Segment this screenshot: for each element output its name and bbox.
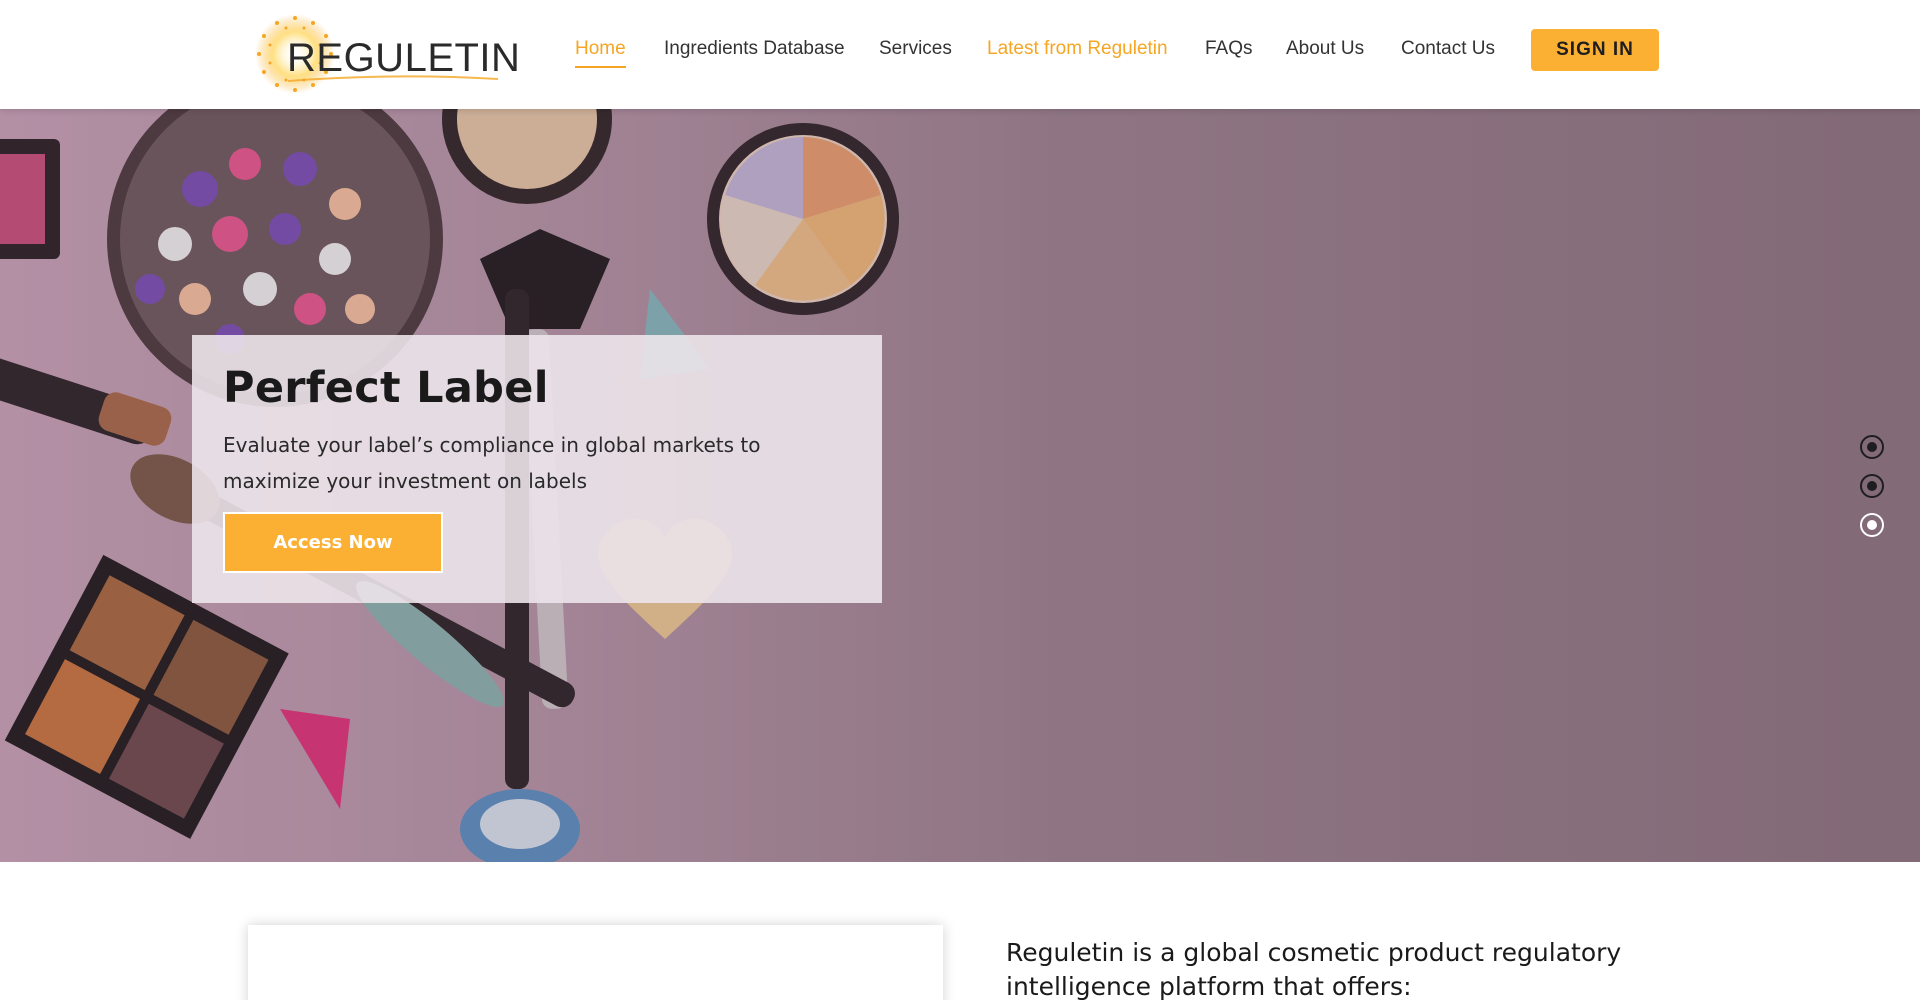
hero-slider: Perfect Label Evaluate your label’s comp…	[0, 109, 1920, 862]
carousel-dot-3[interactable]	[1860, 513, 1884, 537]
nav-ingredients-database[interactable]: Ingredients Database	[664, 38, 845, 60]
access-now-button[interactable]: Access Now	[223, 512, 443, 573]
intro-text: Reguletin is a global cosmetic product r…	[1006, 938, 1622, 1000]
carousel-dot-2[interactable]	[1860, 474, 1884, 498]
nav-latest-from-reguletin[interactable]: Latest from Reguletin	[987, 38, 1168, 60]
sign-in-button[interactable]: SIGN IN	[1531, 29, 1659, 71]
carousel-dots	[1860, 435, 1884, 552]
nav-contact-us[interactable]: Contact Us	[1401, 38, 1495, 60]
site-header: REGULETIN Home Ingredients Database Serv…	[0, 0, 1920, 109]
hero-title: Perfect Label	[223, 363, 549, 413]
nav-services[interactable]: Services	[879, 38, 952, 60]
hero-caption-card: Perfect Label Evaluate your label’s comp…	[192, 335, 882, 603]
carousel-dot-icon	[1867, 442, 1877, 452]
nav-about-us[interactable]: About Us	[1286, 38, 1364, 60]
carousel-dot-icon	[1867, 481, 1877, 491]
carousel-dot-1[interactable]	[1860, 435, 1884, 459]
nav-faqs[interactable]: FAQs	[1205, 38, 1253, 60]
nav-home[interactable]: Home	[575, 38, 626, 68]
hero-description: Evaluate your label’s compliance in glob…	[223, 433, 761, 493]
media-card	[248, 925, 943, 1000]
carousel-dot-icon	[1867, 520, 1877, 530]
